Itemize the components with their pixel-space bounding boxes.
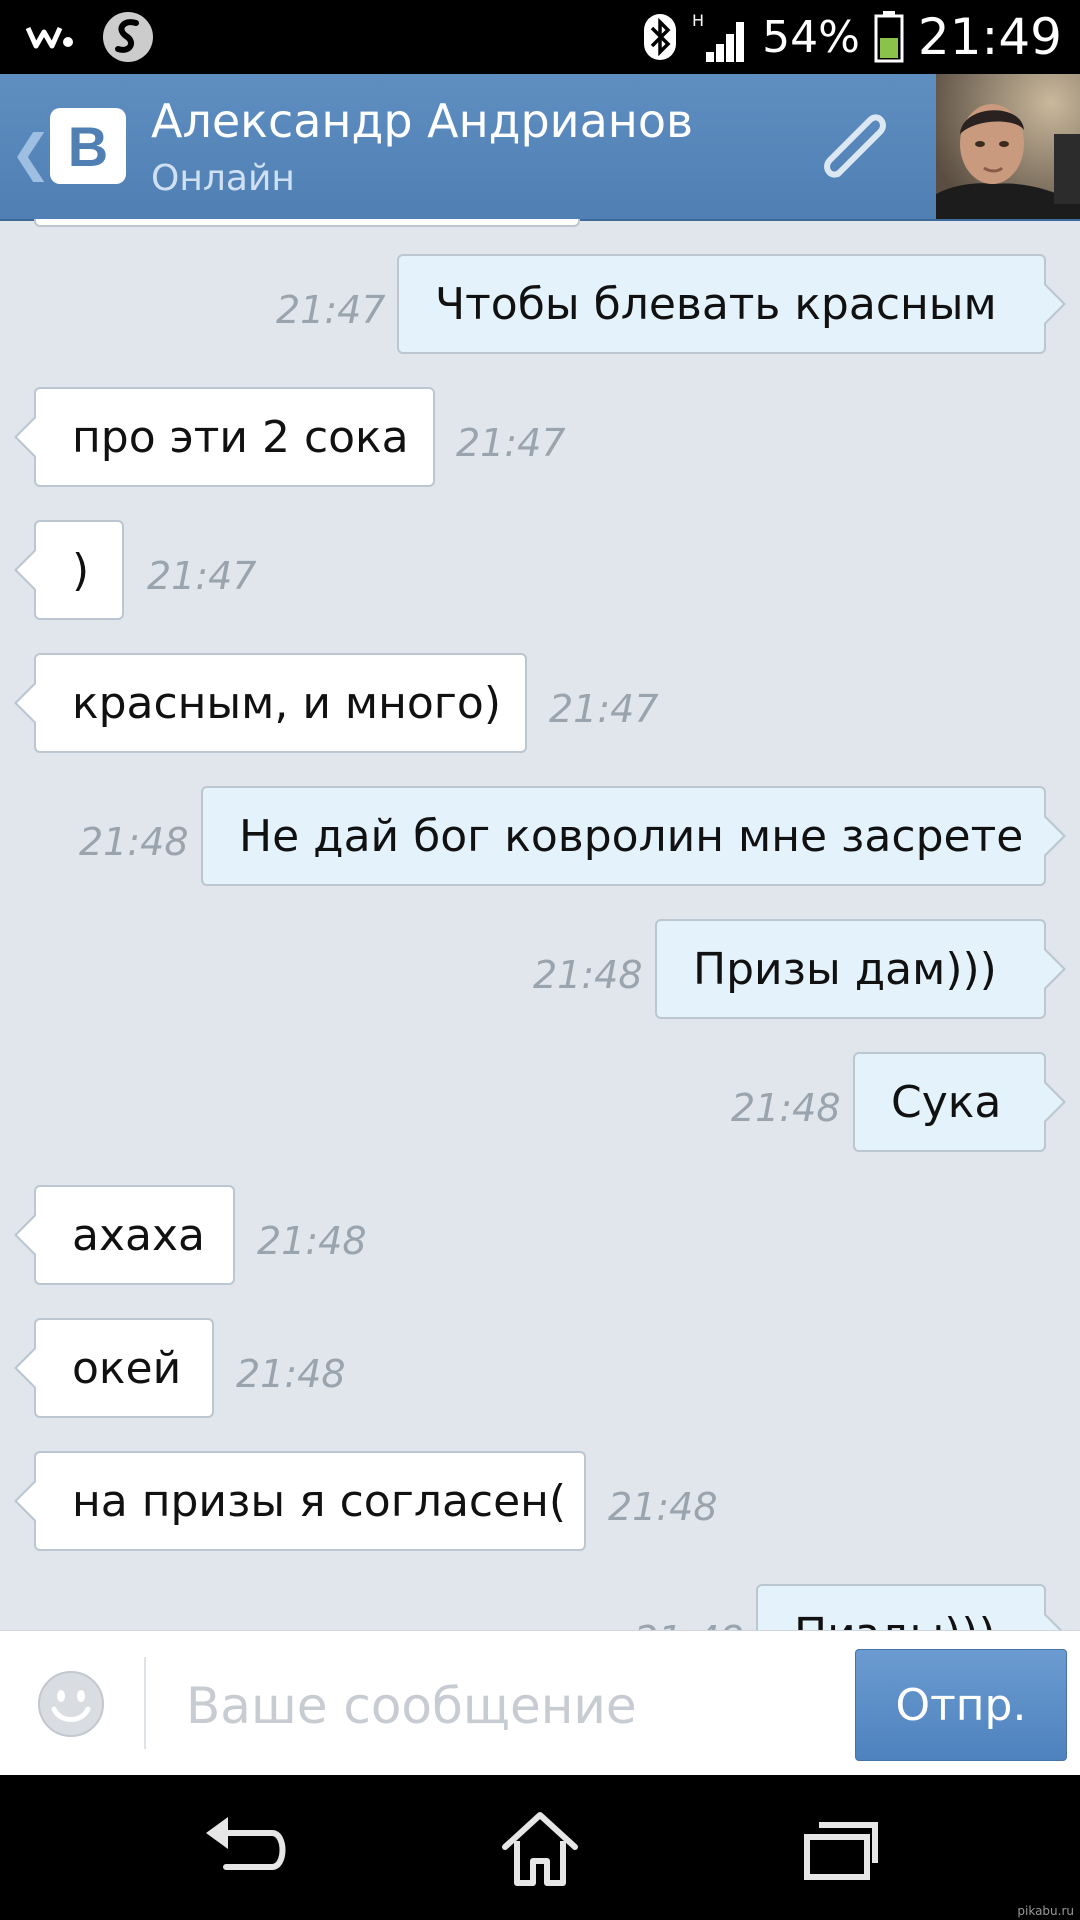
message-time: 21:47 — [456, 421, 566, 465]
message-bubble-partial — [34, 219, 580, 227]
bluetooth-icon — [644, 14, 677, 60]
message-text: Призы дам))) — [693, 943, 997, 995]
composer-divider — [144, 1657, 146, 1749]
message-time: 21:48 — [79, 820, 189, 864]
message-time: 21:48 — [731, 1086, 841, 1130]
watermark: pikabu.ru — [1017, 1904, 1074, 1918]
message-text: ) — [72, 544, 90, 596]
status-bar: H 54% 21:49 — [0, 0, 1080, 74]
back-icon[interactable] — [186, 1803, 296, 1893]
message-bubble-outgoing[interactable]: Не дай бог ковролин мне засрете — [201, 786, 1066, 886]
signal-icon: H — [692, 12, 745, 62]
recent-apps-icon[interactable] — [785, 1803, 895, 1893]
back-chevron-icon[interactable]: ❮ — [10, 124, 52, 182]
smiley-icon[interactable] — [36, 1669, 106, 1739]
chat-header: ❮ В Александр Андрианов Онлайн — [0, 74, 1080, 221]
message-time: 21:47 — [549, 687, 659, 731]
message-bubble-incoming[interactable]: красным, и много) — [14, 653, 527, 753]
navigation-bar: pikabu.ru — [0, 1775, 1080, 1920]
home-icon[interactable] — [485, 1803, 595, 1893]
battery-percent: 54% — [762, 11, 860, 63]
message-text: Пизды))) — [794, 1609, 996, 1631]
message-time: 21:48 — [236, 1352, 346, 1396]
message-list[interactable]: Чтобы блевать красным 21:47 про эти 2 со… — [0, 219, 1080, 1630]
composer-bar: Отпр. — [0, 1630, 1080, 1776]
message-bubble-outgoing[interactable]: Чтобы блевать красным — [397, 254, 1066, 354]
vk-logo[interactable]: В — [50, 108, 126, 184]
message-bubble-outgoing[interactable]: Пизды))) — [756, 1584, 1066, 1631]
message-text: на призы я согласен( — [72, 1475, 567, 1527]
clock: 21:49 — [917, 8, 1062, 66]
battery-icon — [874, 11, 904, 63]
paperclip-icon[interactable] — [808, 104, 904, 194]
message-text: про эти 2 сока — [72, 411, 409, 463]
message-time: 21:48 — [257, 1219, 367, 1263]
message-time: 21:48 — [608, 1485, 718, 1529]
swiftkey-icon — [103, 12, 153, 62]
network-type-label: H — [692, 12, 704, 30]
message-bubble-incoming[interactable]: на призы я согласен( — [14, 1451, 586, 1551]
walkman-icon — [26, 26, 73, 49]
message-text: окей — [72, 1342, 182, 1394]
message-text: Не дай бог ковролин мне засрете — [239, 810, 1024, 862]
message-bubble-incoming[interactable]: окей — [14, 1318, 214, 1418]
avatar[interactable] — [936, 74, 1080, 219]
contact-status: Онлайн — [151, 158, 295, 199]
message-text: ахаха — [72, 1209, 205, 1261]
message-time: 21:48 — [533, 953, 643, 997]
send-button[interactable]: Отпр. — [855, 1649, 1067, 1761]
message-bubble-outgoing[interactable]: Призы дам))) — [655, 919, 1066, 1019]
message-text: Чтобы блевать красным — [435, 278, 997, 330]
message-input[interactable] — [184, 1661, 838, 1751]
message-bubble-incoming[interactable]: ) — [14, 520, 124, 620]
message-text: красным, и много) — [72, 677, 501, 729]
message-bubble-incoming[interactable]: про эти 2 сока — [14, 387, 435, 487]
message-bubble-outgoing[interactable]: Сука — [853, 1052, 1066, 1152]
message-time: 21:48 — [634, 1618, 744, 1630]
message-time: 21:47 — [276, 288, 386, 332]
contact-name: Александр Андрианов — [151, 94, 694, 148]
message-text: Сука — [891, 1076, 1002, 1128]
message-bubble-incoming[interactable]: ахаха — [14, 1185, 235, 1285]
message-time: 21:47 — [147, 554, 257, 598]
